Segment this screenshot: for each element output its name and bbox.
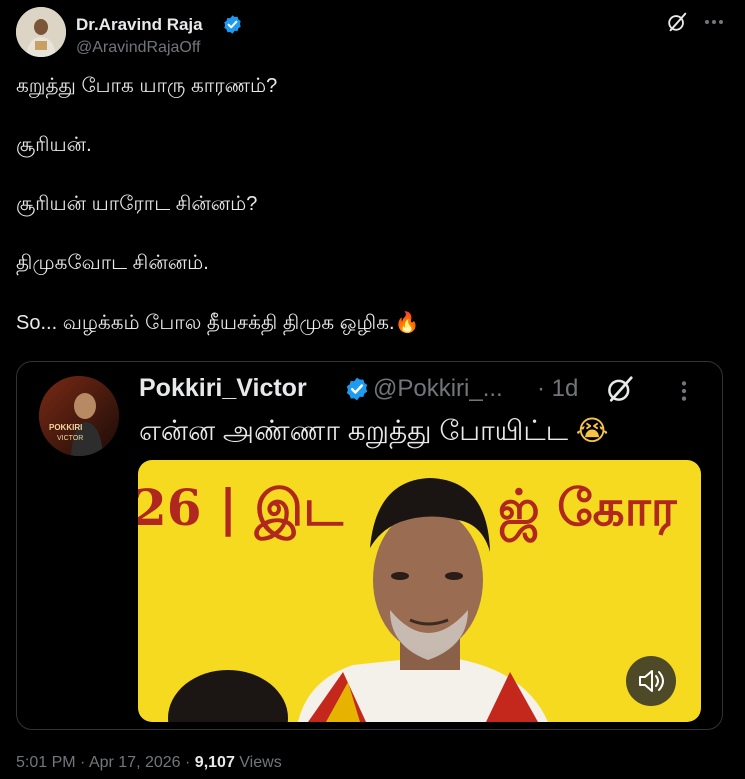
separator: · <box>80 754 86 771</box>
grok-icon[interactable] <box>605 374 635 404</box>
quote-avatar[interactable]: POKKIRI VICTOR <box>39 376 119 456</box>
views-label: Views <box>239 754 282 771</box>
author-avatar[interactable] <box>16 7 66 57</box>
quote-media[interactable]: 26 | இட ஜ் கோர <box>138 460 701 722</box>
quote-author-name[interactable]: Pokkiri_Victor <box>139 374 307 403</box>
separator: · <box>185 754 191 771</box>
more-icon[interactable] <box>671 378 697 404</box>
tweet-line-last: So... வழக்கம் போல தீயசக்தி திமுக ஒழிக.🔥 <box>16 310 716 335</box>
grok-icon[interactable] <box>666 11 688 33</box>
fire-emoji: 🔥 <box>394 310 420 334</box>
quote-text: என்ன அண்ணா கறுத்து போயிட்ட 😭 <box>139 414 608 451</box>
post-date[interactable]: Apr 17, 2026 <box>89 754 181 771</box>
views-count: 9,107 <box>194 754 235 771</box>
tweet-text: கறுத்து போக யாரு காரணம்? சூரியன். சூரியன… <box>16 74 716 370</box>
post-time[interactable]: 5:01 PM <box>16 754 76 771</box>
quote-author-handle[interactable]: @Pokkiri_... <box>373 375 503 403</box>
tweet-line: சூரியன் யாரோட சின்னம்? <box>16 193 258 215</box>
tweet-meta: 5:01 PM · Apr 17, 2026 · 9,107 Views <box>16 754 282 772</box>
tweet-line: திமுகவோட சின்னம். <box>16 252 209 274</box>
tweet-line: கறுத்து போக யாரு காரணம்? <box>16 75 278 97</box>
author-name[interactable]: Dr.Aravind Raja <box>76 15 203 35</box>
mute-toggle[interactable] <box>626 656 676 706</box>
more-icon[interactable] <box>702 10 726 34</box>
avatar-text-2: VICTOR <box>57 435 83 442</box>
quote-timestamp[interactable]: · 1d <box>537 375 578 403</box>
quote-text-body: என்ன அண்ணா கறுத்து போயிட்ட <box>139 415 568 446</box>
crying-emoji: 😭 <box>575 414 609 447</box>
sound-icon <box>639 670 664 692</box>
verified-badge-icon <box>224 15 241 34</box>
media-figure <box>168 478 548 722</box>
tweet-line: சூரியன். <box>16 134 92 156</box>
tweet-line: So... வழக்கம் போல தீயசக்தி திமுக ஒழிக. <box>16 312 395 334</box>
avatar-text-1: POKKIRI <box>49 423 82 432</box>
tweet-header: Dr.Aravind Raja @AravindRajaOff <box>16 7 729 57</box>
author-handle[interactable]: @AravindRajaOff <box>76 39 200 57</box>
quoted-tweet[interactable]: POKKIRI VICTOR Pokkiri_Victor @Pokkiri_.… <box>16 361 723 730</box>
verified-badge-icon <box>346 377 368 401</box>
